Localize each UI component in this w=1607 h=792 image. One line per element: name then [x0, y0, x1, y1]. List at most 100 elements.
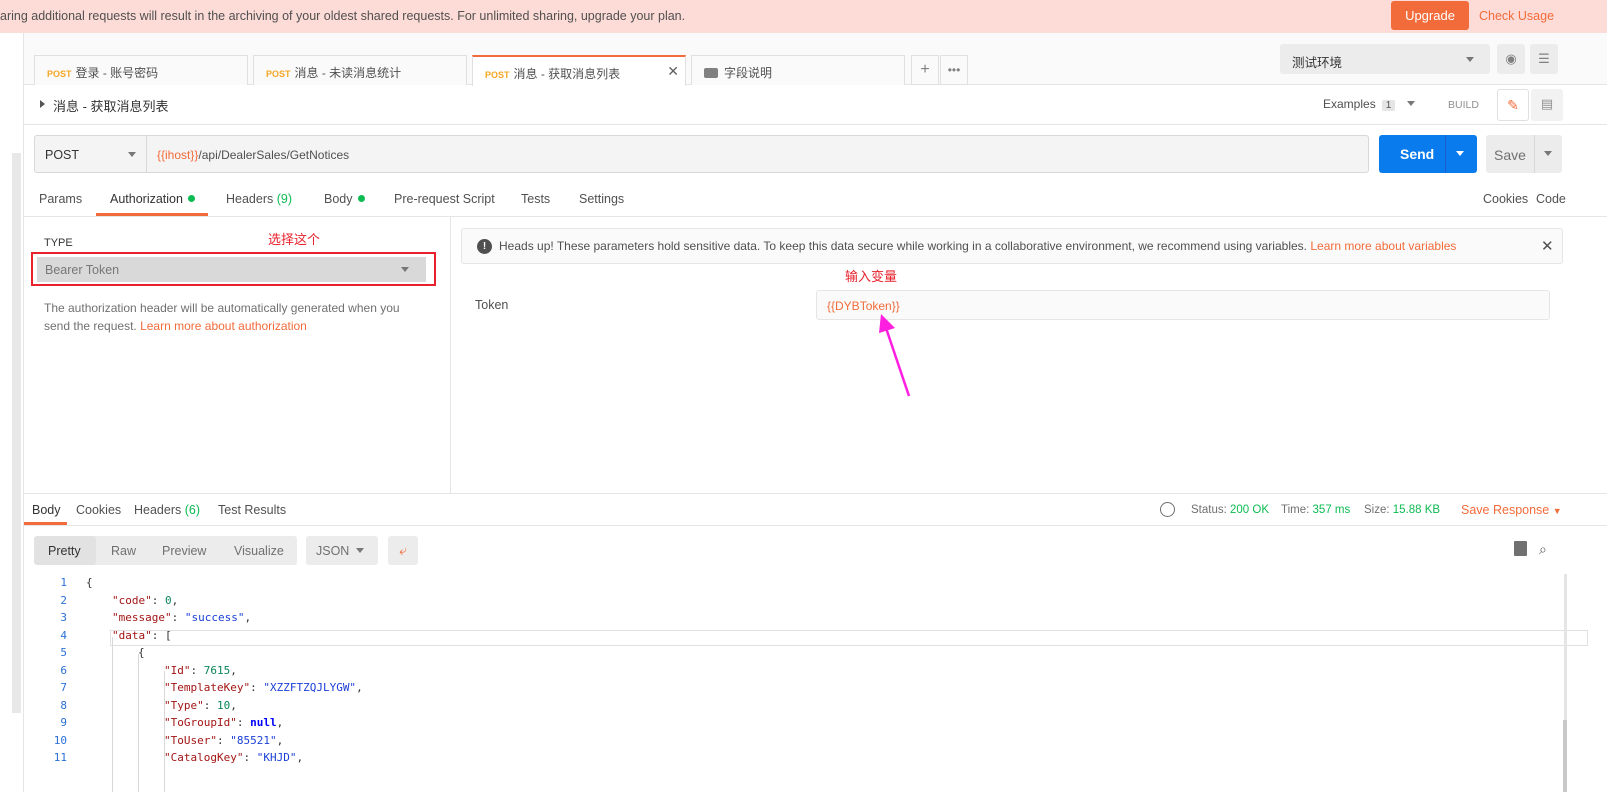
status-value: 200 OK: [1230, 504, 1270, 516]
globe-icon[interactable]: [1160, 502, 1175, 517]
code-text: "code": 0,: [112, 593, 179, 607]
tab-tests[interactable]: Tests: [521, 192, 550, 206]
request-title-row: 消息 - 获取消息列表 Examples 1 BUILD ✎ ▤: [24, 85, 1607, 125]
tab-title: 消息 - 获取消息列表: [513, 67, 621, 81]
alert-icon: !: [477, 239, 492, 254]
code-text: "data": [: [112, 628, 172, 642]
notice-text: Heads up! These parameters hold sensitiv…: [499, 239, 1456, 253]
response-tab-headers[interactable]: Headers (6): [134, 503, 200, 517]
annotation-arrow-icon: [879, 314, 911, 397]
settings-sliders-icon[interactable]: ☰: [1530, 44, 1558, 74]
new-tab-button[interactable]: +: [911, 55, 939, 85]
eye-icon[interactable]: ◉: [1497, 44, 1525, 74]
chevron-down-icon: [1466, 57, 1474, 62]
check-usage-link[interactable]: Check Usage: [1479, 9, 1554, 23]
tab-authorization[interactable]: Authorization: [110, 192, 195, 206]
response-body-editor[interactable]: 1{2 "code": 0, 3 "message": "success", 4 "dat…: [24, 574, 1588, 792]
size-label: Size:: [1364, 504, 1390, 516]
editor-scrollbar-thumb[interactable]: [1563, 720, 1567, 792]
upgrade-button[interactable]: Upgrade: [1391, 1, 1469, 30]
code-text: {: [86, 576, 93, 589]
view-raw[interactable]: Raw: [111, 544, 136, 558]
tab-title: 字段说明: [724, 66, 773, 80]
code-line: 5{: [24, 646, 1564, 664]
tab-get-notices[interactable]: POST 消息 - 获取消息列表 ✕: [472, 55, 686, 86]
response-tab-cookies[interactable]: Cookies: [76, 503, 121, 517]
line-number: 4: [60, 628, 67, 642]
tab-method: POST: [485, 70, 510, 80]
build-label: BUILD: [1448, 99, 1479, 111]
sensitive-data-notice: ! Heads up! These parameters hold sensit…: [461, 228, 1563, 264]
code-text: "ToUser": "85521",: [164, 733, 284, 747]
response-view-switch: Pretty Raw Preview Visualize: [34, 536, 297, 565]
close-icon[interactable]: ✕: [1541, 237, 1554, 255]
chevron-down-icon: [128, 152, 136, 157]
tab-params[interactable]: Params: [39, 192, 82, 206]
learn-more-variables-link[interactable]: Learn more about variables: [1310, 239, 1456, 253]
code-link[interactable]: Code: [1536, 192, 1566, 206]
tab-body[interactable]: Body: [324, 192, 365, 206]
upgrade-banner: aring additional requests will result in…: [0, 0, 1607, 33]
auth-type-select[interactable]: Bearer Token: [37, 257, 426, 282]
wrap-lines-icon[interactable]: ⤶: [388, 536, 418, 565]
tab-prerequest-script[interactable]: Pre-request Script: [394, 192, 495, 206]
learn-more-authorization-link[interactable]: Learn more about authorization: [140, 319, 307, 333]
tab-method: POST: [47, 69, 72, 79]
sidebar-scrollbar[interactable]: [12, 153, 21, 713]
code-line: 6 "Id": 7615,: [24, 664, 1564, 682]
code-line: 7 "TemplateKey": "XZZFTZQJLYGW",: [24, 681, 1564, 699]
save-response-button[interactable]: Save Response ▼: [1461, 503, 1562, 517]
response-tab-test-results[interactable]: Test Results: [218, 503, 286, 517]
auth-type-value: Bearer Token: [45, 263, 120, 277]
line-number: 10: [53, 733, 67, 747]
response-headers-count: (6): [184, 503, 201, 517]
line-number: 2: [60, 593, 67, 607]
tab-settings[interactable]: Settings: [579, 192, 624, 206]
cookies-link[interactable]: Cookies: [1483, 192, 1528, 206]
code-line: 9 "ToGroupId": null,: [24, 716, 1564, 734]
code-line: 10 "ToUser": "85521",: [24, 734, 1564, 752]
save-options-chevron-icon[interactable]: [1544, 151, 1552, 156]
code-text: "TemplateKey": "XZZFTZQJLYGW",: [164, 681, 363, 694]
save-response-label: Save Response: [1461, 503, 1550, 517]
view-preview[interactable]: Preview: [162, 544, 206, 558]
line-number: 9: [60, 716, 67, 729]
send-options-chevron-icon[interactable]: [1456, 151, 1464, 156]
status-label: Status:: [1191, 504, 1227, 516]
tab-body-label: Body: [324, 192, 353, 206]
annotation-highlight-box: Bearer Token: [31, 252, 436, 286]
status-dot: [357, 195, 365, 202]
tab-unread-count[interactable]: POST 消息 - 未读消息统计: [253, 55, 467, 85]
examples-dropdown[interactable]: Examples 1: [1323, 97, 1415, 111]
token-label: Token: [475, 298, 509, 312]
line-number: 1: [60, 576, 67, 589]
line-number: 5: [60, 646, 67, 659]
comment-icon[interactable]: ▤: [1531, 89, 1563, 121]
tab-title: 消息 - 未读消息统计: [294, 66, 402, 80]
status-readout: Status: 200 OK: [1191, 504, 1269, 516]
tab-headers[interactable]: Headers (9): [226, 192, 292, 206]
token-input[interactable]: {{DYBToken}}: [816, 290, 1550, 320]
response-tab-body[interactable]: Body: [32, 503, 61, 517]
auth-type-pane: TYPE 选择这个 Bearer Token The authorization…: [24, 217, 451, 493]
tab-login[interactable]: POST 登录 - 账号密码: [34, 55, 248, 85]
copy-icon[interactable]: [1514, 541, 1527, 556]
tab-field-docs[interactable]: 字段说明: [691, 55, 905, 85]
request-title[interactable]: 消息 - 获取消息列表: [53, 96, 169, 115]
url-input[interactable]: {{ihost}}/api/DealerSales/GetNotices: [146, 135, 1369, 173]
search-icon[interactable]: ⌕: [1539, 541, 1547, 558]
view-visualize[interactable]: Visualize: [234, 544, 284, 558]
expand-triangle-icon[interactable]: [40, 100, 45, 108]
size-readout: Size: 15.88 KB: [1364, 504, 1440, 516]
send-button[interactable]: Send: [1379, 135, 1477, 173]
format-select[interactable]: JSON: [306, 536, 378, 565]
method-select[interactable]: POST: [34, 135, 147, 173]
view-pretty[interactable]: Pretty: [48, 544, 81, 558]
code-text: "ToGroupId": null,: [164, 716, 284, 729]
environment-select[interactable]: 测试环境: [1280, 44, 1490, 74]
more-tabs-button[interactable]: •••: [940, 55, 968, 85]
code-line: 2 "code": 0,: [24, 594, 1564, 612]
save-button[interactable]: Save: [1486, 135, 1562, 173]
close-icon[interactable]: ✕: [667, 63, 679, 80]
pencil-icon[interactable]: ✎: [1497, 89, 1529, 121]
